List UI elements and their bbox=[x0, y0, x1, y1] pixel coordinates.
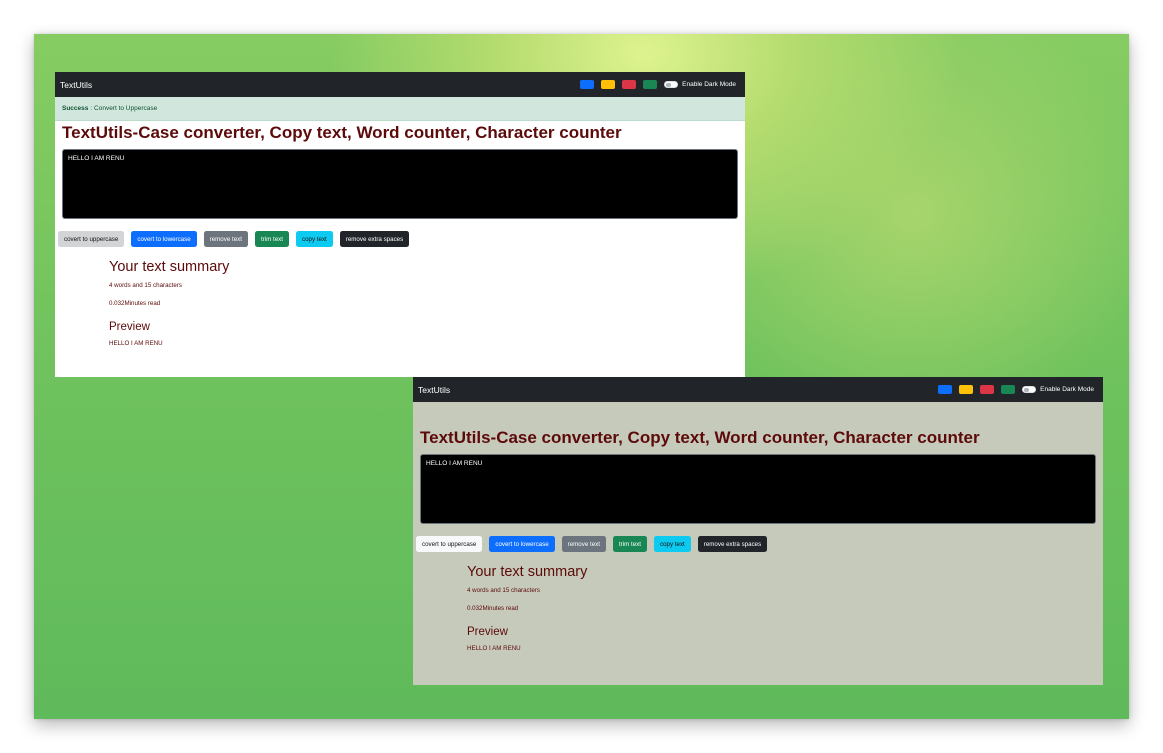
text-summary-section: Your text summary 4 words and 15 charact… bbox=[109, 259, 745, 347]
dark-mode-toggle[interactable]: Enable Dark Mode bbox=[1022, 386, 1094, 393]
remove-text-button[interactable]: remove text bbox=[561, 536, 606, 552]
dark-mode-label: Enable Dark Mode bbox=[682, 81, 736, 88]
preview-title: Preview bbox=[467, 626, 508, 638]
word-char-count: 4 words and 15 characters bbox=[467, 587, 540, 594]
trim-text-button[interactable]: trim text bbox=[612, 536, 647, 552]
blue-swatch[interactable] bbox=[938, 385, 953, 394]
read-time: 0.032Minutes read bbox=[467, 605, 519, 612]
text-input-area[interactable]: HELLO I AM RENU bbox=[62, 149, 738, 219]
uppercase-button[interactable]: covert to uppercase bbox=[416, 536, 483, 552]
summary-title: Your text summary bbox=[467, 564, 588, 580]
preview-title: Preview bbox=[109, 321, 150, 333]
alert-type: Success bbox=[62, 105, 89, 112]
blue-swatch[interactable] bbox=[580, 80, 595, 89]
green-swatch[interactable] bbox=[1001, 385, 1016, 394]
remove-text-button[interactable]: remove text bbox=[203, 231, 248, 247]
action-buttons: covert to uppercase covert to lowercase … bbox=[416, 536, 1103, 552]
trim-text-button[interactable]: trim text bbox=[254, 231, 289, 247]
yellow-swatch[interactable] bbox=[601, 80, 616, 89]
remove-extra-spaces-button[interactable]: remove extra spaces bbox=[697, 536, 768, 552]
yellow-swatch[interactable] bbox=[959, 385, 974, 394]
theme-controls: Enable Dark Mode bbox=[580, 80, 736, 89]
action-buttons: covert to uppercase covert to lowercase … bbox=[58, 231, 745, 247]
read-time: 0.032Minutes read bbox=[109, 300, 161, 307]
alert-separator: : bbox=[90, 105, 93, 112]
copy-text-button[interactable]: copy text bbox=[296, 231, 333, 247]
preview-text: HELLO I AM RENU bbox=[467, 645, 521, 652]
summary-title: Your text summary bbox=[109, 259, 230, 275]
dark-mode-switch[interactable] bbox=[664, 81, 679, 88]
lowercase-button[interactable]: covert to lowercase bbox=[131, 231, 197, 247]
word-char-count: 4 words and 15 characters bbox=[109, 282, 182, 289]
alert-placeholder bbox=[413, 402, 1103, 426]
navbar: TextUtils Enable Dark Mode bbox=[55, 72, 745, 97]
brand-link[interactable]: TextUtils bbox=[60, 80, 92, 90]
copy-text-button[interactable]: copy text bbox=[654, 536, 691, 552]
switch-knob-icon bbox=[1024, 387, 1029, 392]
dark-mode-toggle[interactable]: Enable Dark Mode bbox=[664, 81, 736, 88]
dark-mode-switch[interactable] bbox=[1022, 386, 1037, 393]
textutils-window-light: TextUtils Enable Dark Mode Success : Con… bbox=[55, 72, 745, 377]
page-title: TextUtils-Case converter, Copy text, Wor… bbox=[420, 428, 980, 447]
page-title: TextUtils-Case converter, Copy text, Wor… bbox=[62, 123, 622, 142]
alert-message: Convert to Uppercase bbox=[94, 105, 158, 112]
textutils-window-grey: TextUtils Enable Dark Mode TextUtils-Cas… bbox=[413, 377, 1103, 685]
red-swatch[interactable] bbox=[622, 80, 637, 89]
navbar: TextUtils Enable Dark Mode bbox=[413, 377, 1103, 402]
text-input-area[interactable]: HELLO I AM RENU bbox=[420, 454, 1096, 524]
brand-link[interactable]: TextUtils bbox=[418, 385, 450, 395]
switch-knob-icon bbox=[666, 82, 671, 87]
success-alert: Success : Convert to Uppercase bbox=[55, 97, 745, 121]
theme-controls: Enable Dark Mode bbox=[938, 385, 1094, 394]
green-swatch[interactable] bbox=[643, 80, 658, 89]
dark-mode-label: Enable Dark Mode bbox=[1040, 386, 1094, 393]
preview-text: HELLO I AM RENU bbox=[109, 340, 163, 347]
lowercase-button[interactable]: covert to lowercase bbox=[489, 536, 555, 552]
text-summary-section: Your text summary 4 words and 15 charact… bbox=[467, 564, 1103, 652]
remove-extra-spaces-button[interactable]: remove extra spaces bbox=[339, 231, 410, 247]
uppercase-button[interactable]: covert to uppercase bbox=[58, 231, 125, 247]
red-swatch[interactable] bbox=[980, 385, 995, 394]
